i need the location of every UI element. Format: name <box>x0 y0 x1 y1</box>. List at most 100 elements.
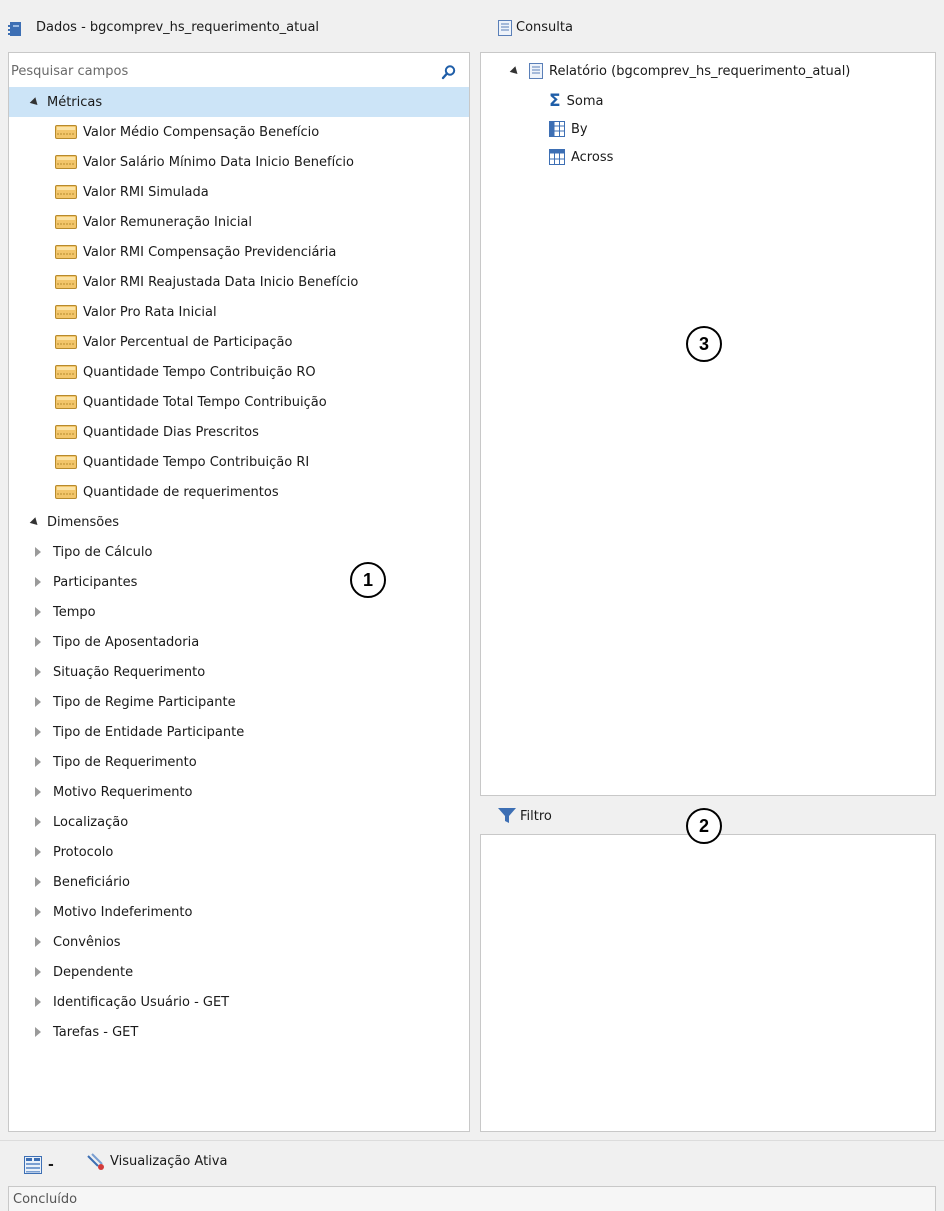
dimensions-list: Tipo de Cálculo Participantes Tempo Tipo de… <box>9 537 469 1047</box>
status-text: Concluído <box>13 1191 78 1207</box>
expanded-arrow-icon[interactable] <box>29 516 41 528</box>
dimension-item[interactable]: Tempo <box>9 597 469 627</box>
metric-field-label: Valor RMI Simulada <box>83 184 209 200</box>
dimension-item[interactable]: Tipo de Requerimento <box>9 747 469 777</box>
dimension-label: Tipo de Regime Participante <box>53 694 236 710</box>
dimension-item[interactable]: Situação Requerimento <box>9 657 469 687</box>
dimensions-group[interactable]: Dimensões <box>9 507 469 537</box>
collapsed-arrow-icon[interactable] <box>35 1027 41 1037</box>
data-panel-title: Dados - bgcomprev_hs_requerimento_atual <box>36 19 320 35</box>
collapsed-arrow-icon[interactable] <box>35 817 41 827</box>
active-view-button[interactable]: Visualização Ativa <box>86 1149 227 1173</box>
view-menu-button[interactable]: - <box>24 1153 64 1177</box>
dimension-item[interactable]: Beneficiário <box>9 867 469 897</box>
funnel-icon <box>498 808 516 823</box>
status-bar: Concluído <box>8 1186 936 1211</box>
metric-field-label: Valor Remuneração Inicial <box>83 214 253 230</box>
metric-field-icon <box>55 185 77 199</box>
collapsed-arrow-icon[interactable] <box>35 727 41 737</box>
report-node[interactable]: Relatório (bgcomprev_hs_requerimento_atu… <box>509 57 851 85</box>
collapsed-arrow-icon[interactable] <box>35 697 41 707</box>
search-icon[interactable] <box>441 64 457 80</box>
dimension-label: Motivo Requerimento <box>53 784 193 800</box>
search-input[interactable] <box>11 63 411 79</box>
metric-field-item[interactable]: Quantidade Dias Prescritos <box>9 417 469 447</box>
dimension-label: Motivo Indeferimento <box>53 904 193 920</box>
collapsed-arrow-icon[interactable] <box>35 577 41 587</box>
dimension-label: Convênios <box>53 934 121 950</box>
dimension-item[interactable]: Motivo Indeferimento <box>9 897 469 927</box>
columns-grid-icon <box>549 149 565 165</box>
metric-field-item[interactable]: Quantidade Total Tempo Contribuição <box>9 387 469 417</box>
metric-field-icon <box>55 155 77 169</box>
metric-field-label: Valor RMI Reajustada Data Inicio Benefíc… <box>83 274 359 290</box>
metric-field-icon <box>55 215 77 229</box>
data-panel-header: Dados - bgcomprev_hs_requerimento_atual <box>8 10 470 44</box>
metric-field-label: Valor Médio Compensação Benefício <box>83 124 320 140</box>
collapsed-arrow-icon[interactable] <box>35 937 41 947</box>
collapsed-arrow-icon[interactable] <box>35 757 41 767</box>
expanded-arrow-icon[interactable] <box>29 96 41 108</box>
fields-panel: Métricas Valor Médio Compensação Benefíc… <box>8 52 470 1132</box>
collapsed-arrow-icon[interactable] <box>35 787 41 797</box>
sum-node[interactable]: Σ Soma <box>549 87 603 115</box>
dimension-item[interactable]: Dependente <box>9 957 469 987</box>
dimension-label: Identificação Usuário - GET <box>53 994 230 1010</box>
report-label: Relatório (bgcomprev_hs_requerimento_atu… <box>549 63 851 79</box>
dimension-item[interactable]: Convênios <box>9 927 469 957</box>
callout-2: 2 <box>686 808 722 844</box>
dimension-item[interactable]: Identificação Usuário - GET <box>9 987 469 1017</box>
metric-field-item[interactable]: Valor RMI Reajustada Data Inicio Benefíc… <box>9 267 469 297</box>
metric-field-item[interactable]: Valor Percentual de Participação <box>9 327 469 357</box>
dimension-item[interactable]: Tipo de Aposentadoria <box>9 627 469 657</box>
across-node[interactable]: Across <box>549 143 613 171</box>
metric-field-item[interactable]: Valor Médio Compensação Benefício <box>9 117 469 147</box>
dimension-item[interactable]: Participantes <box>9 567 469 597</box>
metric-field-item[interactable]: Valor Remuneração Inicial <box>9 207 469 237</box>
dimension-item[interactable]: Protocolo <box>9 837 469 867</box>
metric-field-item[interactable]: Valor RMI Compensação Previdenciária <box>9 237 469 267</box>
dimension-label: Situação Requerimento <box>53 664 206 680</box>
collapsed-arrow-icon[interactable] <box>35 847 41 857</box>
dropdown-indicator[interactable]: - <box>48 1157 54 1173</box>
metric-field-label: Quantidade de requerimentos <box>83 484 279 500</box>
collapsed-arrow-icon[interactable] <box>35 667 41 677</box>
app-window: Dados - bgcomprev_hs_requerimento_atual … <box>0 0 944 1211</box>
collapsed-arrow-icon[interactable] <box>35 907 41 917</box>
database-icon <box>8 22 21 36</box>
metrics-group[interactable]: Métricas <box>9 87 469 117</box>
metric-field-icon <box>55 485 77 499</box>
dimension-item[interactable]: Tarefas - GET <box>9 1017 469 1047</box>
metric-field-item[interactable]: Valor Pro Rata Inicial <box>9 297 469 327</box>
metric-field-item[interactable]: Quantidade Tempo Contribuição RI <box>9 447 469 477</box>
dimension-label: Tipo de Entidade Participante <box>53 724 245 740</box>
dimension-label: Tipo de Aposentadoria <box>53 634 200 650</box>
rows-grid-icon <box>549 121 565 137</box>
active-view-icon <box>87 1153 104 1170</box>
expanded-arrow-icon[interactable] <box>509 65 521 77</box>
collapsed-arrow-icon[interactable] <box>35 877 41 887</box>
metric-field-item[interactable]: Quantidade de requerimentos <box>9 477 469 507</box>
dimension-item[interactable]: Localização <box>9 807 469 837</box>
collapsed-arrow-icon[interactable] <box>35 637 41 647</box>
metric-field-icon <box>55 125 77 139</box>
dimension-item[interactable]: Tipo de Regime Participante <box>9 687 469 717</box>
by-node[interactable]: By <box>549 115 588 143</box>
dimension-label: Localização <box>53 814 129 830</box>
collapsed-arrow-icon[interactable] <box>35 967 41 977</box>
dimension-label: Protocolo <box>53 844 114 860</box>
dimension-item[interactable]: Motivo Requerimento <box>9 777 469 807</box>
filter-panel-title: Filtro <box>520 808 552 824</box>
metric-field-item[interactable]: Valor Salário Mínimo Data Inicio Benefíc… <box>9 147 469 177</box>
dimension-item[interactable]: Tipo de Entidade Participante <box>9 717 469 747</box>
dimension-item[interactable]: Tipo de Cálculo <box>9 537 469 567</box>
across-label: Across <box>571 149 614 165</box>
metric-field-icon <box>55 395 77 409</box>
collapsed-arrow-icon[interactable] <box>35 607 41 617</box>
metric-field-item[interactable]: Quantidade Tempo Contribuição RO <box>9 357 469 387</box>
query-panel-title: Consulta <box>516 19 573 35</box>
collapsed-arrow-icon[interactable] <box>35 547 41 557</box>
metric-field-item[interactable]: Valor RMI Simulada <box>9 177 469 207</box>
document-icon <box>529 63 543 79</box>
collapsed-arrow-icon[interactable] <box>35 997 41 1007</box>
